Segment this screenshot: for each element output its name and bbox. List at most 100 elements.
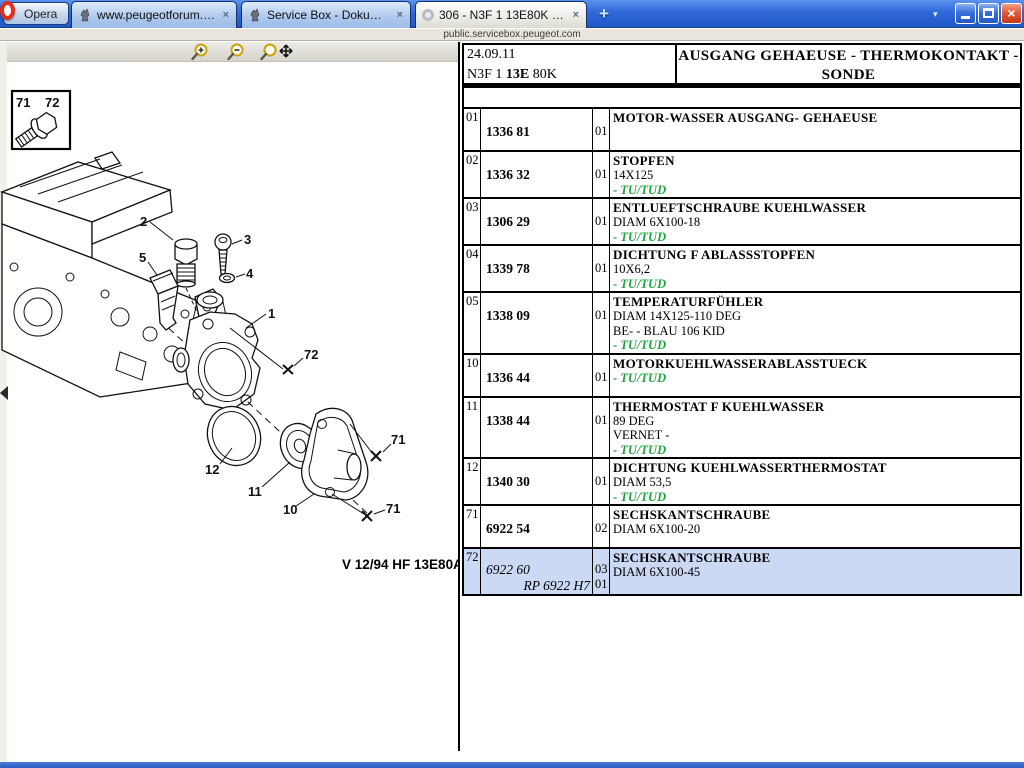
parts-table-row[interactable]: 101336 4401MOTORKUEHLWASSERABLASSTUECK- … xyxy=(464,355,1020,398)
maximize-icon xyxy=(983,8,994,18)
diagram-toolbar xyxy=(7,42,458,62)
part-ref-number: 04 xyxy=(464,246,481,291)
peugeot-lion-icon xyxy=(248,8,262,22)
engine-code-tag: - TU/TUD xyxy=(613,443,1020,458)
callout-2: 2 xyxy=(140,214,147,229)
quantity: 01 xyxy=(595,124,609,139)
description-cell: THERMOSTAT F KUEHLWASSER89 DEGVERNET -- … xyxy=(610,398,1020,458)
engine-code-tag: - TU/TUD xyxy=(613,371,1020,386)
zoom-out-icon[interactable] xyxy=(224,43,250,61)
parts-table-row[interactable]: 111338 4401THERMOSTAT F KUEHLWASSER89 DE… xyxy=(464,398,1020,460)
part-number: 6922 60 xyxy=(486,562,592,578)
tab-servicebox[interactable]: Service Box - Dokumenta... × xyxy=(241,1,411,28)
close-window-button[interactable]: × xyxy=(1001,3,1022,24)
tab-306-document-active[interactable]: 306 - N3F 1 13E80K - AU... × xyxy=(415,1,587,28)
description-line: DIAM 14X125-110 DEG xyxy=(613,309,1020,324)
part-ref-number: 01 xyxy=(464,109,481,150)
page-content: 71 72 xyxy=(0,42,1024,762)
tab-close-icon[interactable]: × xyxy=(396,9,404,21)
part-number: 6922 54 xyxy=(486,521,592,537)
tab-close-icon[interactable]: × xyxy=(222,9,230,21)
tab-peugeotforum[interactable]: www.peugeotforum.de •... × xyxy=(71,1,237,28)
description-line: BE- - BLAU 106 KID xyxy=(613,324,1020,339)
outlet-cover-drawing xyxy=(302,408,368,500)
parts-table-row[interactable]: 041339 7801DICHTUNG F ABLASSSTOPFEN10X6,… xyxy=(464,246,1020,293)
description-title: TEMPERATURFÜHLER xyxy=(613,294,1020,309)
parts-table-row[interactable]: 011336 8101MOTOR-WASSER AUSGANG- GEHAEUS… xyxy=(464,109,1020,152)
quantity: 01 xyxy=(595,167,609,182)
maximize-button[interactable] xyxy=(978,3,999,24)
quantity-cell: 01 xyxy=(593,293,610,353)
parts-table-row[interactable]: 716922 5402SECHSKANTSCHRAUBEDIAM 6X100-2… xyxy=(464,506,1020,549)
quantity-cell: 01 xyxy=(593,152,610,197)
legend-label-71: 71 xyxy=(16,95,30,110)
quantity-cell: 01 xyxy=(593,246,610,291)
description-title: SECHSKANTSCHRAUBE xyxy=(613,550,1020,565)
callout-4: 4 xyxy=(246,266,254,281)
tab-close-icon[interactable]: × xyxy=(572,9,580,21)
part-number-cell: 1306 29 xyxy=(481,199,593,244)
default-page-icon xyxy=(422,9,434,21)
close-icon: × xyxy=(1007,5,1015,21)
quantity-cell: 02 xyxy=(593,506,610,547)
bleed-screw-drawing xyxy=(215,234,231,274)
new-tab-button[interactable]: + xyxy=(595,5,613,23)
quantity: 02 xyxy=(595,521,609,536)
part-ref-number: 71 xyxy=(464,506,481,547)
part-number-cell: 1336 32 xyxy=(481,152,593,197)
diagram-caption: V 12/94 HF 13E80A xyxy=(342,557,458,572)
part-ref-number: 02 xyxy=(464,152,481,197)
opera-menu-button[interactable]: Opera xyxy=(3,2,69,25)
part-number-rp: RP 6922 H7 xyxy=(486,578,592,594)
part-ref-number: 03 xyxy=(464,199,481,244)
parts-exploded-diagram: 71 72 xyxy=(0,62,458,762)
part-number-cell: 1336 81 xyxy=(481,109,593,150)
quantity-cell: 0301 xyxy=(593,549,610,594)
part-number: 1338 44 xyxy=(486,413,592,429)
opera-logo-icon xyxy=(0,1,15,20)
part-number: 1339 78 xyxy=(486,261,592,277)
part-ref-number: 10 xyxy=(464,355,481,396)
bolt-71-x-marker-top xyxy=(371,451,381,461)
part-number-cell: 6922 60RP 6922 H7 xyxy=(481,549,593,594)
callout-71b: 71 xyxy=(386,501,400,516)
description-line: 10X6,2 xyxy=(613,262,1020,277)
part-ref-number: 05 xyxy=(464,293,481,353)
minimize-button[interactable] xyxy=(955,3,976,24)
description-line: DIAM 53,5 xyxy=(613,475,1020,490)
tab-title: 306 - N3F 1 13E80K - AU... xyxy=(439,8,567,22)
engine-code-tag: - TU/TUD xyxy=(613,490,1020,505)
parts-table-row[interactable]: 051338 0901TEMPERATURFÜHLERDIAM 14X125-1… xyxy=(464,293,1020,355)
quantity: 01 xyxy=(595,370,609,385)
minimize-icon xyxy=(961,16,970,19)
description-cell: DICHTUNG KUEHLWASSERTHERMOSTATDIAM 53,5-… xyxy=(610,459,1020,504)
address-bar[interactable]: public.servicebox.peugeot.com xyxy=(0,29,1024,41)
parts-table-row[interactable]: 021336 3201STOPFEN14X125- TU/TUD xyxy=(464,152,1020,199)
description-cell: SECHSKANTSCHRAUBEDIAM 6X100-45 xyxy=(610,549,1020,594)
browser-window: Opera www.peugeotforum.de •... × Service… xyxy=(0,0,1024,768)
description-title: DICHTUNG KUEHLWASSERTHERMOSTAT xyxy=(613,460,1020,475)
part-number-cell: 1338 44 xyxy=(481,398,593,458)
parts-table: 24.09.11 N3F 1 13E 80K AUSGANG GEHAEUSE … xyxy=(462,43,1022,596)
quantity: 01 xyxy=(595,261,609,276)
zoom-pan-icon[interactable] xyxy=(260,43,296,61)
legend-label-72: 72 xyxy=(45,95,59,110)
parts-table-row[interactable]: 726922 60RP 6922 H70301SECHSKANTSCHRAUBE… xyxy=(464,549,1020,594)
parts-table-empty-band xyxy=(462,85,1022,109)
tab-bar: Opera www.peugeotforum.de •... × Service… xyxy=(0,0,1024,28)
part-number: 1340 30 xyxy=(486,474,592,490)
description-cell: MOTOR-WASSER AUSGANG- GEHAEUSE xyxy=(610,109,1020,150)
zoom-in-icon[interactable] xyxy=(188,43,214,61)
description-line: DIAM 6X100-20 xyxy=(613,522,1020,537)
peugeot-lion-icon xyxy=(78,8,92,22)
tabbar-menu-chevron-icon[interactable]: ▾ xyxy=(933,9,938,20)
part-number-cell: 1338 09 xyxy=(481,293,593,353)
parts-table-row[interactable]: 121340 3001DICHTUNG KUEHLWASSERTHERMOSTA… xyxy=(464,459,1020,506)
callout-10: 10 xyxy=(283,502,297,517)
description-cell: STOPFEN14X125- TU/TUD xyxy=(610,152,1020,197)
part-number: 1306 29 xyxy=(486,214,592,230)
bolt-72-x-marker xyxy=(283,365,293,374)
quantity-cell: 01 xyxy=(593,398,610,458)
parts-table-row[interactable]: 031306 2901ENTLUEFTSCHRAUBE KUEHLWASSERD… xyxy=(464,199,1020,246)
part-ref-number: 12 xyxy=(464,459,481,504)
